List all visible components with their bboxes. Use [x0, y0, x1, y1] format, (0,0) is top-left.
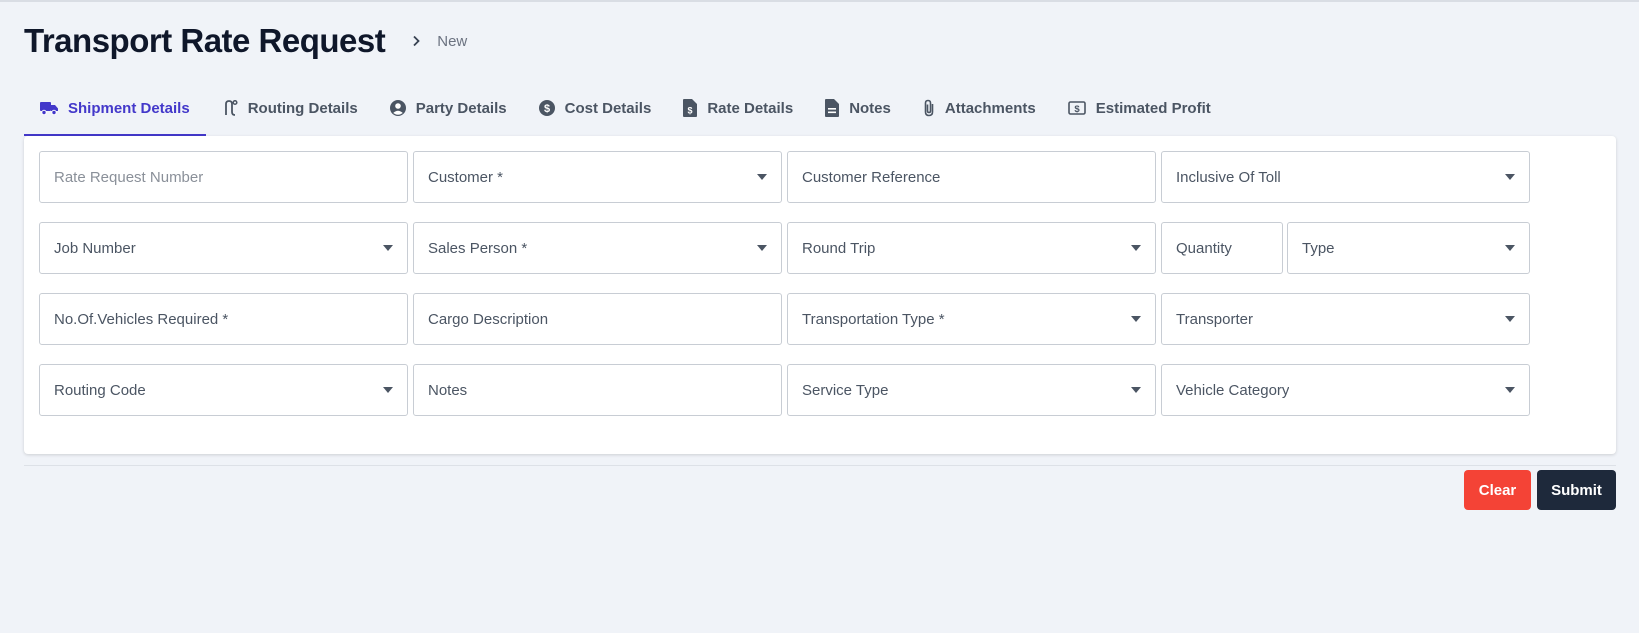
service-type-select[interactable]: Service Type: [787, 364, 1156, 416]
chevron-right-icon: [407, 32, 425, 50]
breadcrumb[interactable]: New: [437, 33, 467, 50]
dropdown-arrow-icon: [1505, 174, 1515, 180]
tab-estimated-profit[interactable]: $ Estimated Profit: [1052, 80, 1227, 136]
tab-label: Estimated Profit: [1095, 99, 1211, 117]
tab-bar: Shipment Details Routing Details Party D…: [24, 80, 1227, 136]
type-label: Type: [1302, 239, 1335, 257]
tab-routing-details[interactable]: Routing Details: [206, 80, 374, 136]
top-border: [0, 0, 1639, 2]
quantity-field[interactable]: Quantity: [1161, 222, 1283, 274]
round-trip-label: Round Trip: [802, 239, 876, 257]
document-icon: [825, 99, 840, 117]
tab-notes[interactable]: Notes: [809, 80, 907, 136]
svg-text:$: $: [544, 103, 550, 115]
tab-attachments[interactable]: Attachments: [907, 80, 1052, 136]
tab-label: Attachments: [944, 99, 1036, 117]
tab-label: Cost Details: [564, 99, 652, 117]
tab-party-details[interactable]: Party Details: [374, 80, 523, 136]
tab-shipment-details[interactable]: Shipment Details: [24, 80, 206, 136]
page-header: Transport Rate Request New: [24, 22, 467, 60]
dropdown-arrow-icon: [1505, 387, 1515, 393]
dropdown-arrow-icon: [383, 245, 393, 251]
tab-label: Shipment Details: [68, 99, 190, 117]
transporter-select[interactable]: Transporter: [1161, 293, 1530, 345]
inclusive-of-toll-label: Inclusive Of Toll: [1176, 168, 1281, 186]
money-bill-icon: $: [1067, 101, 1086, 115]
inclusive-of-toll-select[interactable]: Inclusive Of Toll: [1161, 151, 1530, 203]
transportation-type-select[interactable]: Transportation Type *: [787, 293, 1156, 345]
rate-request-number-placeholder: Rate Request Number: [54, 168, 204, 186]
transportation-type-label: Transportation Type *: [802, 310, 945, 328]
vehicle-category-select[interactable]: Vehicle Category: [1161, 364, 1530, 416]
cargo-description-label: Cargo Description: [428, 310, 549, 328]
routing-code-select[interactable]: Routing Code: [39, 364, 408, 416]
vehicles-required-label: No.Of.Vehicles Required *: [54, 310, 229, 328]
vehicles-required-field[interactable]: No.Of.Vehicles Required *: [39, 293, 408, 345]
job-number-label: Job Number: [54, 239, 136, 257]
quantity-label: Quantity: [1176, 239, 1232, 257]
vehicle-category-label: Vehicle Category: [1176, 381, 1290, 399]
tab-label: Rate Details: [707, 99, 794, 117]
round-trip-select[interactable]: Round Trip: [787, 222, 1156, 274]
truck-icon: [40, 102, 58, 115]
page-title: Transport Rate Request: [24, 22, 386, 59]
job-number-select[interactable]: Job Number: [39, 222, 408, 274]
rate-request-number-field[interactable]: Rate Request Number: [39, 151, 408, 203]
dropdown-arrow-icon: [383, 387, 393, 393]
divider: [24, 465, 1616, 466]
dropdown-arrow-icon: [1505, 245, 1515, 251]
service-type-label: Service Type: [802, 381, 889, 399]
customer-select[interactable]: Customer *: [413, 151, 782, 203]
type-select[interactable]: Type: [1287, 222, 1530, 274]
customer-reference-label: Customer Reference: [802, 168, 941, 186]
tab-label: Notes: [849, 99, 891, 117]
transporter-label: Transporter: [1176, 310, 1253, 328]
notes-label: Notes: [428, 381, 468, 399]
route-icon: [224, 100, 238, 116]
dropdown-arrow-icon: [1505, 316, 1515, 322]
paperclip-icon: [924, 99, 934, 117]
tab-cost-details[interactable]: $ Cost Details: [523, 80, 668, 136]
svg-text:$: $: [1074, 104, 1080, 115]
dollar-circle-icon: $: [538, 100, 555, 116]
sales-person-label: Sales Person *: [428, 239, 528, 257]
sales-person-select[interactable]: Sales Person *: [413, 222, 782, 274]
tab-label: Routing Details: [247, 99, 358, 117]
routing-code-label: Routing Code: [54, 381, 146, 399]
svg-text:$: $: [688, 106, 693, 116]
dropdown-arrow-icon: [1131, 245, 1141, 251]
user-circle-icon: [389, 100, 406, 116]
submit-button[interactable]: Submit: [1537, 470, 1616, 510]
dropdown-arrow-icon: [757, 174, 767, 180]
dropdown-arrow-icon: [1131, 316, 1141, 322]
cargo-description-field[interactable]: Cargo Description: [413, 293, 782, 345]
dropdown-arrow-icon: [1131, 387, 1141, 393]
customer-reference-field[interactable]: Customer Reference: [787, 151, 1156, 203]
invoice-icon: $: [683, 99, 698, 117]
clear-button[interactable]: Clear: [1464, 470, 1531, 510]
notes-field[interactable]: Notes: [413, 364, 782, 416]
customer-label: Customer *: [428, 168, 504, 186]
dropdown-arrow-icon: [757, 245, 767, 251]
shipment-details-form: Rate Request Number Customer * Customer …: [24, 136, 1616, 454]
tab-rate-details[interactable]: $ Rate Details: [667, 80, 809, 136]
tab-label: Party Details: [415, 99, 507, 117]
